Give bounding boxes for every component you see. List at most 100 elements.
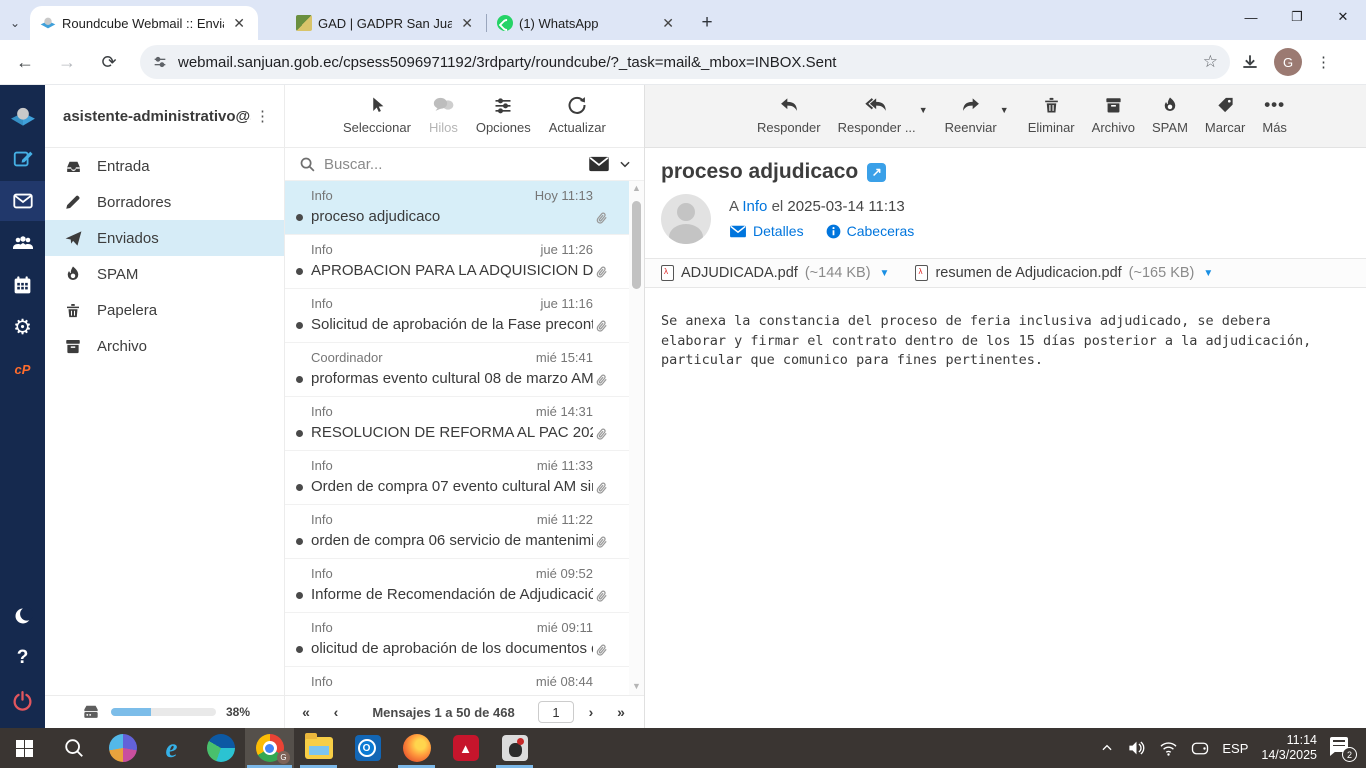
dark-mode-icon[interactable] [0,596,45,636]
start-button[interactable] [0,728,49,768]
compose-icon[interactable] [0,139,45,179]
file-explorer-icon[interactable] [294,728,343,768]
forward-button[interactable]: → [50,45,84,79]
message-row[interactable]: InfoHoy 11:13 proceso adjudicaco [285,181,629,235]
folder-enviados[interactable]: Enviados [45,220,284,256]
recipient-link[interactable]: Info [742,198,767,215]
attachment-menu-caret-icon[interactable]: ▼ [880,268,890,279]
attachment-item[interactable]: ADJUDICADA.pdf (~144 KB) ▼ [661,265,889,281]
tab-gad[interactable]: GAD | GADPR San Juan | ✕ [286,6,486,40]
open-in-new-window-icon[interactable]: ↗ [867,163,886,182]
java-app-icon[interactable] [490,728,539,768]
acrobat-icon[interactable]: ▲ [441,728,490,768]
close-button[interactable]: ✕ [1320,0,1366,34]
copilot-icon[interactable] [98,728,147,768]
forward-button[interactable]: Reenviar ▼ [945,93,997,135]
list-scrollbar[interactable]: ▲ ▼ [629,181,644,695]
edge-icon[interactable] [196,728,245,768]
tab-whatsapp[interactable]: (1) WhatsApp ✕ [487,6,687,40]
logout-power-icon[interactable] [0,680,45,720]
delete-button[interactable]: Eliminar [1028,93,1075,135]
attachment-menu-caret-icon[interactable]: ▼ [1203,268,1213,279]
forward-caret-icon[interactable]: ▼ [1000,105,1009,115]
calendar-nav-icon[interactable] [0,265,45,305]
search-options-chevron-icon[interactable] [618,157,632,171]
scrollbar-thumb[interactable] [632,201,641,289]
message-row[interactable]: Infomié 09:52 Informe de Recomendación d… [285,559,629,613]
message-row[interactable]: Infomié 09:11 olicitud de aprobación de … [285,613,629,667]
details-toggle[interactable]: Detalles [729,223,804,239]
more-button[interactable]: ••• Más [1262,93,1287,135]
tab-close-icon[interactable]: ✕ [458,15,476,32]
tray-expand-chevron-icon[interactable] [1100,741,1114,755]
folder-archivo[interactable]: Archivo [45,328,284,364]
archive-button[interactable]: Archivo [1092,93,1135,135]
attachment-item[interactable]: resumen de Adjudicacion.pdf (~165 KB) ▼ [915,265,1213,281]
outlook-icon[interactable] [343,728,392,768]
attachment-name[interactable]: resumen de Adjudicacion.pdf [935,265,1121,281]
contacts-nav-icon[interactable] [0,223,45,263]
folder-papelera[interactable]: Papelera [45,292,284,328]
reply-all-caret-icon[interactable]: ▼ [919,105,928,115]
profile-avatar[interactable]: G [1274,48,1302,76]
refresh-button[interactable]: Actualizar [549,93,606,135]
chrome-taskbar-icon[interactable]: G [245,728,294,768]
omnibox[interactable]: webmail.sanjuan.gob.ec/cpsess5096971192/… [140,45,1230,79]
tab-close-icon[interactable]: ✕ [230,15,248,32]
notification-center-icon[interactable]: 2 [1330,737,1354,759]
cast-screen-icon[interactable] [1191,741,1209,756]
account-menu-icon[interactable]: ⋮ [251,107,274,125]
tab-close-icon[interactable]: ✕ [659,15,677,32]
site-settings-icon[interactable] [152,54,168,70]
restore-button[interactable]: ❐ [1274,0,1320,34]
threads-button[interactable]: Hilos [429,93,458,135]
volume-icon[interactable] [1127,740,1146,756]
mark-button[interactable]: Marcar [1205,93,1245,135]
first-page-button[interactable]: « [293,704,319,720]
message-row[interactable]: Coordinadormié 15:41 proformas evento cu… [285,343,629,397]
search-input[interactable] [324,156,580,173]
folder-entrada[interactable]: Entrada [45,148,284,184]
wifi-icon[interactable] [1159,741,1178,756]
help-icon[interactable]: ? [0,638,45,678]
search-scope-mail-icon[interactable] [588,156,610,172]
minimize-button[interactable]: — [1228,0,1274,34]
url-text[interactable]: webmail.sanjuan.gob.ec/cpsess5096971192/… [178,54,1203,71]
bookmark-star-icon[interactable]: ☆ [1203,52,1218,72]
attachment-name[interactable]: ADJUDICADA.pdf [681,265,798,281]
options-button[interactable]: Opciones [476,93,531,135]
reply-button[interactable]: Responder [757,93,821,135]
settings-nav-icon[interactable]: ⚙ [0,307,45,347]
message-row[interactable]: Infojue 11:26 APROBACION PARA LA ADQUISI… [285,235,629,289]
clock[interactable]: 11:14 14/3/2025 [1261,733,1317,763]
prev-page-button[interactable]: ‹ [323,704,349,720]
message-row[interactable]: Infomié 11:33 Orden de compra 07 evento … [285,451,629,505]
new-tab-button[interactable]: + [693,9,721,37]
browser-menu-icon[interactable]: ⋮ [1316,53,1332,71]
roundcube-logo-icon[interactable] [0,97,45,137]
scroll-down-icon[interactable]: ▼ [632,681,641,693]
folder-spam[interactable]: SPAM [45,256,284,292]
internet-explorer-icon[interactable]: e [147,728,196,768]
page-number-input[interactable] [538,701,574,723]
message-row[interactable]: Infomié 14:31 RESOLUCION DE REFORMA AL P… [285,397,629,451]
reload-button[interactable]: ⟳ [92,45,126,79]
headers-toggle[interactable]: Cabeceras [826,223,915,239]
tab-roundcube[interactable]: Roundcube Webmail :: Enviados ✕ [30,6,258,40]
scroll-up-icon[interactable]: ▲ [632,183,641,195]
download-icon[interactable] [1240,52,1260,72]
cpanel-icon[interactable]: cP [0,349,45,389]
last-page-button[interactable]: » [608,704,634,720]
firefox-icon[interactable] [392,728,441,768]
reply-all-button[interactable]: Responder ... ▼ [838,93,916,135]
scrollbar-track[interactable] [632,195,641,681]
message-row[interactable]: Infomié 08:44 [285,667,629,695]
taskbar-search-icon[interactable] [49,728,98,768]
select-button[interactable]: Seleccionar [343,93,411,135]
folder-borradores[interactable]: Borradores [45,184,284,220]
message-row[interactable]: Infomié 11:22 orden de compra 06 servici… [285,505,629,559]
tab-search-chevron-icon[interactable]: ⌄ [0,6,30,40]
next-page-button[interactable]: › [578,704,604,720]
spam-button[interactable]: SPAM [1152,93,1188,135]
message-row[interactable]: Infojue 11:16 Solicitud de aprobación de… [285,289,629,343]
